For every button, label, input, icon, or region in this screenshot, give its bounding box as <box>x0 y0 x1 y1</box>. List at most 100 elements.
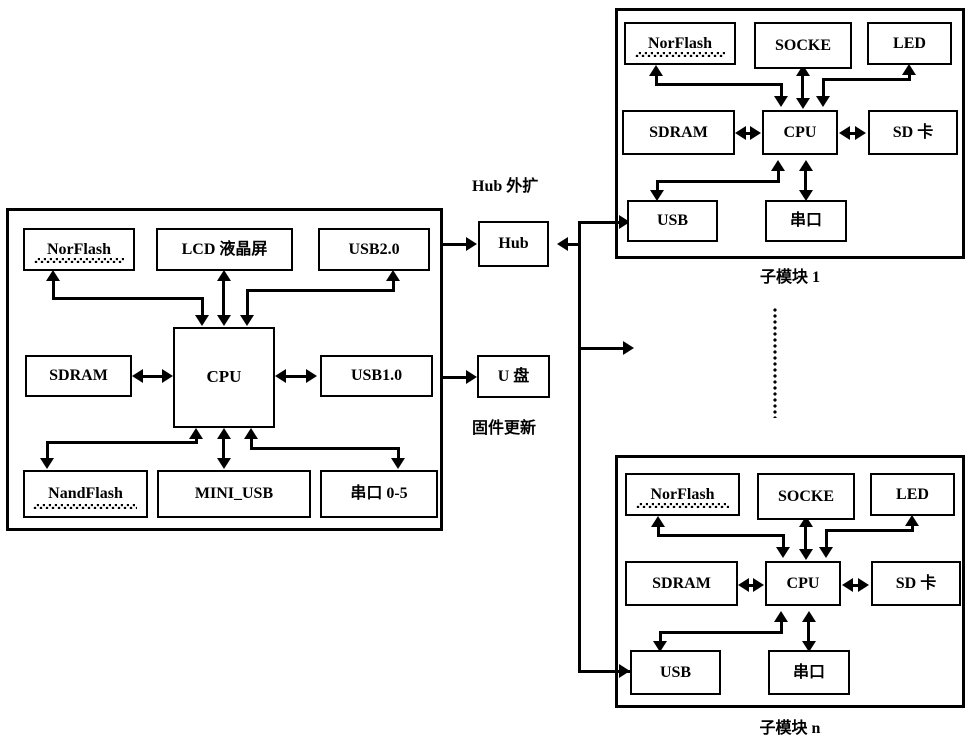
bus-branch-mid-h <box>578 347 628 350</box>
block-label: CPU <box>206 367 242 387</box>
arrowhead-nandflash-in <box>40 458 54 469</box>
block-sub1-serial[interactable]: 串口 <box>765 200 847 242</box>
firmware-update-label: 固件更新 <box>472 414 536 438</box>
norflash-squiggle-sub1 <box>635 52 725 57</box>
block-subn-sdram[interactable]: SDRAM <box>625 561 738 606</box>
arrowhead-sub1-led-in <box>902 64 916 75</box>
arrowhead-subn-cpu-from-led <box>819 547 833 558</box>
block-label: USB <box>656 212 689 230</box>
block-main-norflash[interactable]: NorFlash <box>23 228 135 271</box>
connector-sub1-cpu-usb-h <box>656 180 780 183</box>
firmware-update-text: 固件更新 <box>472 420 537 437</box>
block-label: CPU <box>786 574 820 592</box>
connector-sub1-led-v-left <box>822 78 825 97</box>
block-main-usb10[interactable]: USB1.0 <box>320 355 433 397</box>
arrowhead-sdram-in <box>132 369 143 383</box>
block-sub1-sdram[interactable]: SDRAM <box>622 110 735 155</box>
block-sub1-socke[interactable]: SOCKE <box>754 22 852 69</box>
block-sub1-norflash[interactable]: NorFlash <box>624 22 736 65</box>
arrowhead-cpu-from-lcd <box>217 315 231 326</box>
submodule-1-caption: 子模块 1 <box>615 263 965 287</box>
arrowhead-subn-sdram-in <box>738 578 749 592</box>
arrowhead-sub1-cpu-from-socke <box>796 98 810 109</box>
block-subn-norflash[interactable]: NorFlash <box>625 473 740 516</box>
connector-cpu-norflash-h <box>52 297 204 300</box>
arrowhead-norflash-in <box>46 270 60 281</box>
arrowhead-cpu-from-usb10 <box>275 369 286 383</box>
connector-cpu-nandflash-v-left <box>46 441 49 459</box>
block-udisk[interactable]: U 盘 <box>477 355 550 398</box>
block-label: SD 卡 <box>895 574 937 592</box>
arrowhead-sub1-cpu-from-serial <box>799 160 813 171</box>
connector-sub1-cpu-led-h <box>822 78 911 81</box>
arrowhead-subn-cpu-from-socke <box>799 549 813 560</box>
connector-subn-cpu-led-h <box>825 529 914 532</box>
diagram-canvas: NorFlash LCD 液晶屏 USB2.0 SDRAM CPU USB1.0… <box>0 0 969 751</box>
block-label: Hub <box>498 235 529 253</box>
block-label: 串口 0-5 <box>350 485 408 503</box>
block-label: SDRAM <box>49 367 108 385</box>
arrowhead-subn-cpu-from-serial <box>802 611 816 622</box>
block-main-usb20[interactable]: USB2.0 <box>318 228 430 271</box>
arrowhead-udisk-from-main <box>466 370 477 384</box>
bus-trunk-vertical <box>578 222 581 673</box>
arrowhead-subn-led-in <box>905 515 919 526</box>
block-sub1-led[interactable]: LED <box>867 22 952 65</box>
submodule-ellipsis <box>773 308 777 418</box>
hub-expansion-text: Hub 外扩 <box>472 178 539 195</box>
connector-subn-cpu-norflash-h <box>657 534 785 537</box>
block-main-sdram[interactable]: SDRAM <box>25 355 132 397</box>
block-label: MINI_USB <box>194 485 274 503</box>
block-main-nandflash[interactable]: NandFlash <box>23 470 148 518</box>
block-label: 串口 <box>789 212 822 230</box>
block-label: NorFlash <box>648 34 712 52</box>
block-label: LED <box>896 485 929 503</box>
block-subn-usb[interactable]: USB <box>630 650 721 695</box>
block-sub1-usb[interactable]: USB <box>627 200 718 242</box>
arrowhead-lcd-in <box>217 270 231 281</box>
connector-cpu-norflash-v-left <box>52 280 55 300</box>
block-hub[interactable]: Hub <box>478 221 549 267</box>
norflash-squiggle-main <box>34 258 124 263</box>
block-label: U 盘 <box>497 367 530 385</box>
arrowhead-cpu-from-sdram <box>162 369 173 383</box>
block-main-mini-usb[interactable]: MINI_USB <box>157 470 311 518</box>
block-label: USB2.0 <box>348 240 400 258</box>
arrowhead-subn-cpu-from-norflash <box>776 547 790 558</box>
connector-cpu-usb20-v-left <box>246 289 249 317</box>
block-subn-led[interactable]: LED <box>870 473 955 516</box>
block-label: 串口 <box>792 663 825 681</box>
block-label: NorFlash <box>47 240 111 258</box>
block-main-cpu[interactable]: CPU <box>173 327 275 428</box>
block-label: SD 卡 <box>892 123 934 141</box>
block-sub1-cpu[interactable]: CPU <box>762 110 838 155</box>
submodule-n-caption: 子模块 n <box>615 714 965 738</box>
block-sub1-sdcard[interactable]: SD 卡 <box>868 110 958 155</box>
block-subn-socke[interactable]: SOCKE <box>757 473 855 520</box>
arrowhead-subn-cpu-from-sdram <box>753 578 764 592</box>
block-subn-cpu[interactable]: CPU <box>765 561 841 606</box>
arrowhead-cpu-from-usb20 <box>240 315 254 326</box>
arrowhead-cpu-from-norflash <box>195 315 209 326</box>
connector-cpu-usb20-h <box>246 289 395 292</box>
arrowhead-cpu-from-serial <box>244 428 258 439</box>
arrowhead-sub1-cpu-from-sdram <box>750 126 761 140</box>
block-subn-sdcard[interactable]: SD 卡 <box>871 561 961 606</box>
block-label: LED <box>893 34 926 52</box>
block-label: USB1.0 <box>350 367 403 385</box>
arrowhead-cpu-from-nandflash <box>189 428 203 439</box>
arrowhead-sub1-cpu-from-usb <box>771 160 785 171</box>
connector-cpu-nandflash-h <box>46 441 198 444</box>
arrowhead-subn-sdcard-in <box>858 578 869 592</box>
block-label: NorFlash <box>650 485 715 503</box>
block-main-serial[interactable]: 串口 0-5 <box>320 470 438 518</box>
arrowhead-subn-cpu-from-sdcard <box>842 578 853 592</box>
arrowhead-subn-usb-in <box>619 664 630 678</box>
block-main-lcd[interactable]: LCD 液晶屏 <box>156 228 293 271</box>
connector-sub1-norflash-v-right <box>780 83 783 97</box>
connector-sub1-cpu-norflash-h <box>655 83 783 86</box>
connector-subn-led-v-left <box>825 529 828 548</box>
submodule-1-caption-text: 子模块 1 <box>759 269 820 286</box>
block-label: USB <box>659 663 692 681</box>
block-subn-serial[interactable]: 串口 <box>768 650 850 695</box>
